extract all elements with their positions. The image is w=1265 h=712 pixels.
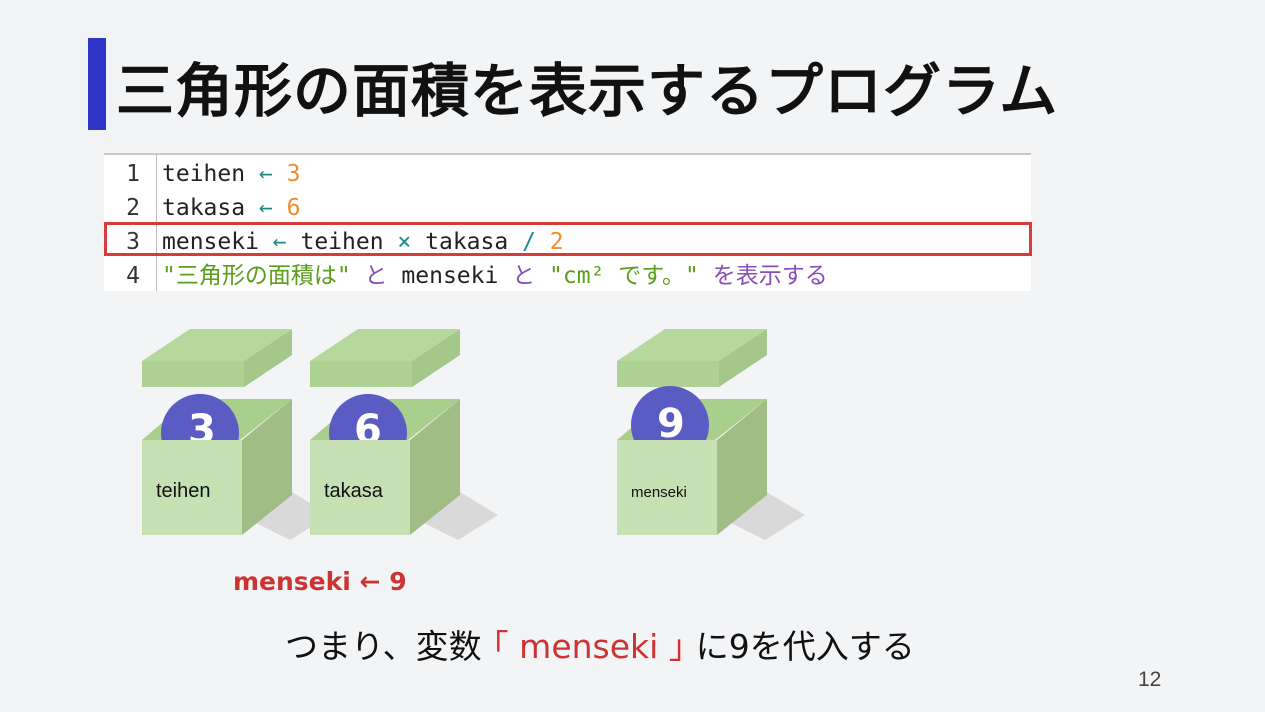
- line-number: 1: [126, 161, 140, 187]
- line-number: 4: [126, 263, 140, 289]
- code-token: と: [350, 263, 402, 289]
- box-label: takasa: [324, 480, 383, 502]
- sentence-variable: menseki: [519, 627, 659, 666]
- code-source: teihen ← 3: [162, 157, 301, 191]
- code-token: menseki: [401, 263, 499, 289]
- sentence-before: つまり、変数: [285, 627, 493, 666]
- sentence-bracket-open: ｢: [492, 627, 520, 666]
- code-token: 3: [286, 161, 301, 187]
- code-source: takasa ← 6: [162, 191, 301, 225]
- box-front: menseki: [617, 440, 717, 535]
- variable-box-takasa: 6 takasa: [298, 325, 498, 545]
- code-token: takasa: [162, 195, 246, 221]
- sentence-bracket-close: ｣: [658, 627, 686, 666]
- box-front: takasa: [310, 440, 410, 535]
- code-token: "cm² です。": [549, 263, 699, 289]
- variable-box-menseki: 9 menseki: [605, 325, 805, 545]
- code-source: "三角形の面積は" と menseki と "cm² です。" を表示する: [162, 259, 828, 293]
- code-token: を表示する: [698, 263, 828, 289]
- assignment-caption: menseki ← 9: [233, 567, 407, 596]
- explanation-sentence: つまり、変数 ｢ menseki ｣ に9を代入する: [285, 620, 915, 668]
- sentence-after: に9を代入する: [685, 627, 915, 666]
- code-token: 6: [286, 195, 301, 221]
- page-number: 12: [1138, 668, 1162, 691]
- box-label: menseki: [631, 484, 687, 501]
- box-front: teihen: [142, 440, 242, 535]
- title-accent-bar: [88, 38, 106, 130]
- line-number: 2: [126, 195, 140, 221]
- code-token: ←: [245, 195, 287, 221]
- page-title: 三角形の面積を表示するプログラム: [116, 57, 1059, 125]
- code-line-2: 2 takasa ← 6: [104, 191, 300, 225]
- code-line-1: 1 teihen ← 3: [104, 157, 300, 191]
- code-token: ←: [245, 161, 287, 187]
- code-line-4: 4 "三角形の面積は" と menseki と "cm² です。" を表示する: [104, 259, 828, 293]
- code-token: "三角形の面積は": [162, 263, 351, 289]
- line-3-highlight: [104, 222, 1032, 256]
- code-token: と: [498, 263, 550, 289]
- code-token: teihen: [162, 161, 246, 187]
- box-label: teihen: [156, 480, 211, 502]
